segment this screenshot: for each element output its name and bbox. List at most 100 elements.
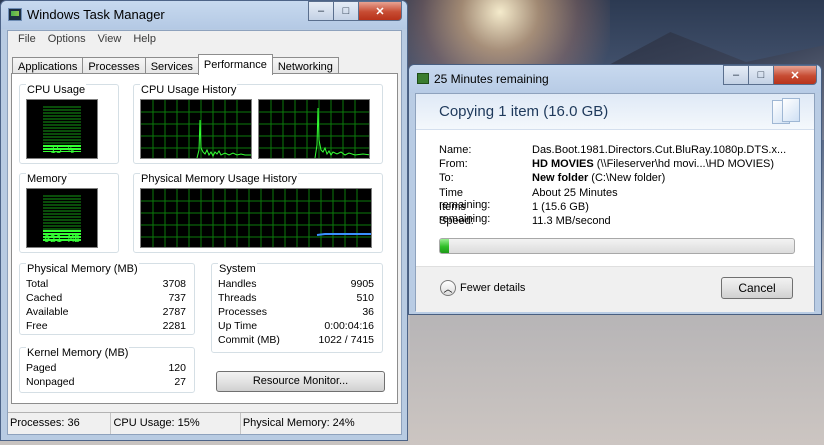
memory-trace (316, 233, 371, 236)
memory-history-graph (140, 188, 372, 248)
resource-monitor-button[interactable]: Resource Monitor... (216, 371, 385, 392)
detail-value[interactable]: New folder (C:\New folder) (532, 172, 665, 184)
stat-row: Free 2281 (26, 320, 186, 333)
memory-gauge: 921 MB (26, 188, 98, 248)
stat-row: Available 2787 (26, 306, 186, 319)
cpu-graph-core2-svg (259, 100, 369, 158)
grid-lines (259, 100, 369, 158)
detail-value: 1 (15.6 GB) (532, 201, 589, 213)
performance-panel: CPU Usage 15 % CPU Usage History Memory … (11, 73, 398, 404)
cpu-usage-value: 15 % (49, 145, 75, 156)
stat-value: 2787 (162, 306, 186, 318)
menu-file[interactable]: File (12, 31, 42, 49)
title-bar[interactable]: 25 Minutes remaining – □ ✕ (409, 65, 821, 93)
fewer-details-toggle[interactable]: ︿ Fewer details (440, 280, 525, 296)
cpu-history-graph-core2 (258, 99, 370, 159)
stat-row: Threads 510 (218, 292, 374, 305)
tab-strip: Applications Processes Services Performa… (12, 54, 339, 75)
detail-label: Speed: (439, 215, 474, 227)
chevron-up-icon: ︿ (440, 280, 456, 296)
detail-value: Das.Boot.1981.Directors.Cut.BluRay.1080p… (532, 144, 787, 156)
menu-options[interactable]: Options (42, 31, 92, 49)
document-shape (782, 98, 800, 122)
stat-key: Free (26, 320, 48, 332)
copy-progress-bar (439, 238, 795, 254)
detail-value[interactable]: HD MOVIES (\\Fileserver\hd movi...\HD MO… (532, 158, 774, 170)
stat-value: 120 (168, 362, 186, 374)
stat-row: Paged 120 (26, 362, 186, 375)
stat-value: 9905 (350, 278, 374, 290)
title-bar[interactable]: Windows Task Manager – □ ✕ (1, 1, 407, 29)
maximize-button[interactable]: □ (333, 1, 359, 21)
stat-key: Threads (218, 292, 257, 304)
stat-row: Up Time 0:00:04:16 (218, 320, 374, 333)
cpu-graph-core1-svg (141, 100, 251, 158)
status-processes: Processes: 36 (8, 413, 112, 434)
stat-key: Cached (26, 292, 63, 304)
menu-bar: File Options View Help (8, 31, 401, 49)
close-button[interactable]: ✕ (773, 65, 817, 85)
stat-row: Processes 36 (218, 306, 374, 319)
window-controls: – □ ✕ (723, 65, 817, 85)
progress-fill (440, 239, 449, 253)
stat-value: 27 (174, 376, 186, 388)
menu-help[interactable]: Help (127, 31, 162, 49)
stat-row: Commit (MB) 1022 / 7415 (218, 334, 374, 347)
system-group: System Handles 9905 Threads 510 Processes 3… (211, 263, 383, 353)
cpu-history-graph-core1 (140, 99, 252, 159)
maximize-button[interactable]: □ (748, 65, 774, 85)
close-button[interactable]: ✕ (358, 1, 402, 21)
menu-view[interactable]: View (92, 31, 128, 49)
documents-icon (768, 96, 804, 130)
window-controls: – □ ✕ (308, 1, 402, 21)
stat-value: 737 (168, 292, 186, 304)
stat-value: 36 (362, 306, 374, 318)
detail-value: 11.3 MB/second (532, 215, 611, 227)
copy-header: Copying 1 item (16.0 GB) (416, 94, 814, 130)
destination-path: (C:\New folder) (588, 172, 666, 184)
memory-value: 921 MB (43, 234, 81, 245)
status-physical-memory: Physical Memory: 24% (242, 417, 355, 429)
window-title: 25 Minutes remaining (434, 72, 549, 86)
stat-key: Available (26, 306, 69, 318)
cpu-history-label: CPU Usage History (140, 84, 238, 96)
stat-row: Total 3708 (26, 278, 186, 291)
stat-key: Paged (26, 362, 57, 374)
fewer-details-label: Fewer details (460, 282, 526, 294)
memory-history-label: Physical Memory Usage History (140, 173, 298, 185)
cpu-usage-gauge: 15 % (26, 99, 98, 159)
kernel-memory-title: Kernel Memory (MB) (26, 347, 130, 359)
destination-folder-name: New folder (532, 172, 589, 184)
task-manager-window: Windows Task Manager – □ ✕ File Options … (0, 0, 408, 441)
minimize-button[interactable]: – (308, 1, 334, 21)
stat-value: 2281 (162, 320, 186, 332)
grid-lines (141, 189, 371, 247)
stat-value: 1022 / 7415 (318, 334, 374, 346)
memory-history-group: Physical Memory Usage History (133, 173, 383, 253)
stat-row: Nonpaged 27 (26, 376, 186, 389)
system-title: System (218, 263, 257, 275)
memory-label: Memory (26, 173, 68, 185)
tab-performance[interactable]: Performance (197, 54, 273, 75)
stat-key: Handles (218, 278, 257, 290)
source-folder-name: HD MOVIES (532, 158, 594, 170)
detail-label: To: (439, 172, 454, 184)
stat-key: Up Time (218, 320, 258, 332)
minimize-button[interactable]: – (723, 65, 749, 85)
stat-key: Total (26, 278, 49, 290)
copy-progress-window: 25 Minutes remaining – □ ✕ Copying 1 ite… (408, 64, 822, 315)
landscape (410, 310, 824, 445)
memory-graph-svg (141, 189, 371, 247)
cpu-usage-group: CPU Usage 15 % (19, 84, 119, 164)
cancel-button[interactable]: Cancel (721, 277, 793, 299)
detail-label: From: (439, 158, 468, 170)
grid-lines (141, 100, 251, 158)
copy-dialog-client: Copying 1 item (16.0 GB) Name: Das.Boot.… (415, 93, 815, 312)
status-cpu-usage: CPU Usage: 15% (111, 413, 241, 434)
task-manager-client: File Options View Help Applications Proc… (7, 30, 402, 435)
detail-value: About 25 Minutes (532, 187, 618, 199)
stat-key: Nonpaged (26, 376, 75, 388)
status-bar: Processes: 36 CPU Usage: 15% Physical Me… (8, 412, 401, 434)
stat-row: Cached 737 (26, 292, 186, 305)
copy-heading: Copying 1 item (16.0 GB) (439, 103, 609, 120)
